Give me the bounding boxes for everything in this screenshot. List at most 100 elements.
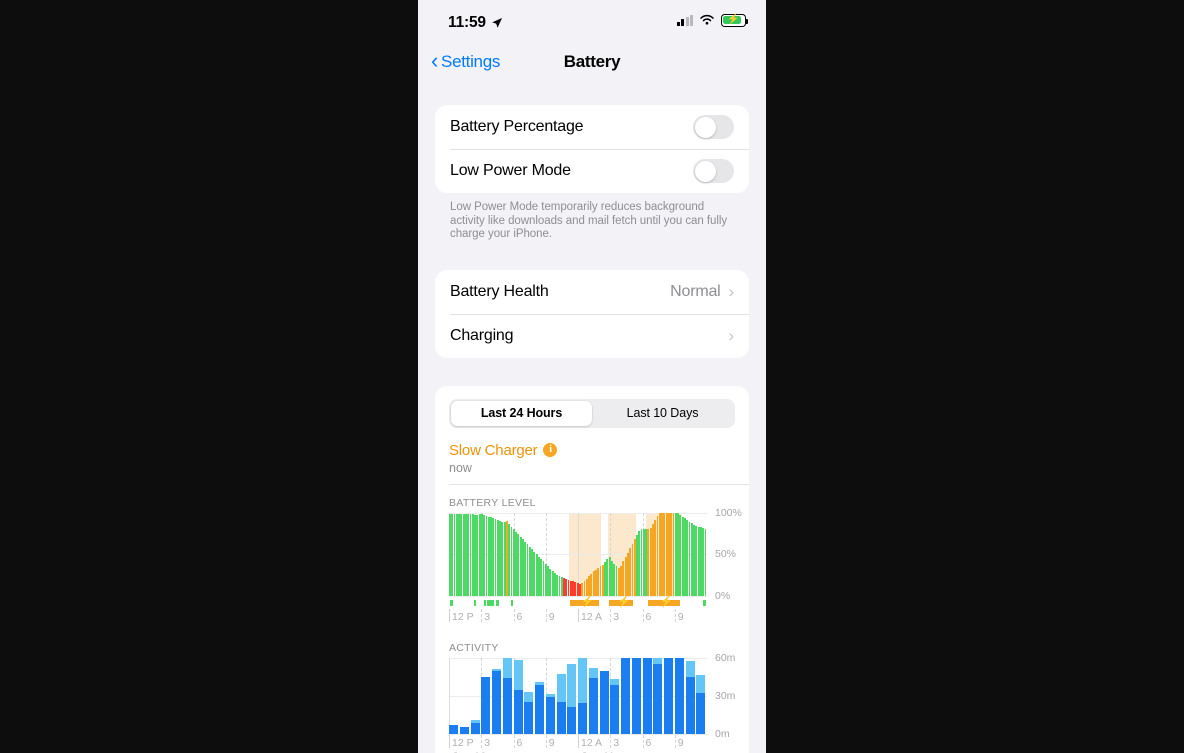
- battery-percentage-toggle[interactable]: [693, 115, 734, 139]
- screen-idle-segment: [524, 691, 534, 702]
- usage-tick: [487, 599, 494, 606]
- x-tick-label: 9: [548, 736, 555, 749]
- screen-active-segment: [459, 727, 469, 734]
- row-label: Low Power Mode: [450, 162, 571, 179]
- battery-level-bar: [704, 529, 707, 596]
- battery-usage-card: Last 24 Hours Last 10 Days Slow Charger …: [435, 385, 749, 753]
- row-battery-health[interactable]: Battery Health Normal ›: [435, 270, 749, 314]
- screen-active-segment: [685, 676, 695, 734]
- battery-level-chart-title: BATTERY LEVEL: [449, 496, 536, 509]
- activity-bar: [567, 663, 577, 734]
- y-tick-label: 0%: [715, 589, 731, 602]
- activity-chart-title: ACTIVITY: [449, 641, 499, 654]
- chevron-right-icon: ›: [728, 326, 735, 345]
- charging-bolt-icon: ⚡: [659, 595, 674, 608]
- activity-bar: [470, 719, 480, 734]
- usage-tick: [496, 599, 499, 606]
- usage-tick: [473, 599, 476, 606]
- segment-last-24-hours[interactable]: Last 24 Hours: [451, 400, 592, 426]
- activity-bar: [556, 673, 566, 734]
- x-tick-label: 9: [548, 610, 555, 623]
- screen-idle-segment: [567, 663, 577, 707]
- clock-label: 11:59: [448, 14, 486, 31]
- screen-active-segment: [524, 701, 534, 734]
- row-label: Charging: [450, 326, 514, 344]
- activity-plot: [449, 657, 707, 735]
- screen-active-segment: [664, 657, 674, 734]
- segment-last-10-days[interactable]: Last 10 Days: [592, 401, 733, 426]
- screen-active-segment: [599, 671, 609, 734]
- row-label: Battery Percentage: [450, 118, 584, 135]
- screen-active-segment: [492, 671, 502, 734]
- screen-idle-segment: [588, 667, 598, 678]
- x-tick-label: 3: [613, 736, 620, 749]
- battery-level-plot: [449, 512, 707, 597]
- screen-active-segment: [578, 703, 588, 734]
- screen-active-segment: [470, 723, 480, 734]
- screen-active-segment: [696, 692, 706, 734]
- x-tick-label: 9: [677, 736, 684, 749]
- chevron-left-icon: ‹: [431, 48, 439, 73]
- screen-idle-segment: [513, 660, 523, 691]
- screen-active-segment: [481, 676, 491, 734]
- screen-idle-segment: [556, 673, 566, 702]
- activity-bar: [449, 724, 459, 734]
- activity-bar: [674, 657, 684, 734]
- x-tick-label: 6: [645, 736, 652, 749]
- activity-chart: ACTIVITY 12 P36912 A369 Jun 10Jun 11 60m…: [435, 626, 749, 753]
- usage-tick: [483, 599, 486, 606]
- low-power-mode-toggle[interactable]: [693, 159, 734, 183]
- x-tick-label: 12 A: [581, 736, 603, 749]
- activity-bar: [459, 727, 469, 734]
- slow-charger-timestamp: now: [449, 460, 472, 475]
- x-tick-label: 12 A: [581, 610, 603, 623]
- screen-active-segment: [502, 677, 512, 734]
- row-low-power-mode[interactable]: Low Power Mode: [435, 149, 749, 193]
- row-charging[interactable]: Charging ›: [435, 313, 749, 358]
- screen-active-segment: [513, 690, 523, 734]
- row-label: Battery Health: [450, 282, 549, 300]
- activity-bar: [599, 671, 609, 734]
- y-tick-label: 60m: [715, 651, 736, 664]
- wifi-icon: [700, 15, 714, 25]
- x-tick-label: 3: [484, 610, 491, 623]
- activity-bar: [502, 657, 512, 734]
- battery-level-chart: BATTERY LEVEL ⚡ ⚡ ⚡ 12 P 3 6 9 12 A 3 6 9 100% 50%…: [435, 485, 749, 626]
- screen-active-segment: [674, 657, 684, 734]
- cellular-signal-icon: [676, 14, 693, 26]
- info-circle-icon[interactable]: i: [543, 443, 558, 457]
- screen-active-segment: [653, 663, 663, 734]
- screen-active-segment: [631, 657, 641, 734]
- x-tick-label: 9: [677, 610, 684, 623]
- activity-bar: [545, 694, 555, 734]
- y-tick-label: 30m: [715, 689, 736, 702]
- time-range-segmented-control[interactable]: Last 24 Hours Last 10 Days: [449, 398, 735, 428]
- screen-active-segment: [556, 701, 566, 734]
- activity-bar: [513, 660, 523, 734]
- activity-bar: [621, 657, 631, 734]
- phone-screen: 11:59 ⚡ ‹ Settings Battery Battery Perce…: [418, 0, 766, 753]
- x-tick-label: 6: [645, 610, 652, 623]
- row-battery-percentage[interactable]: Battery Percentage: [435, 105, 749, 149]
- battery-level-bars: [449, 512, 707, 596]
- activity-bar: [535, 681, 545, 734]
- battery-settings-card: Battery Percentage Low Power Mode: [435, 105, 749, 193]
- usage-tick: [450, 599, 454, 606]
- activity-bar: [588, 667, 598, 734]
- activity-bar: [578, 657, 588, 734]
- low-power-mode-footnote: Low Power Mode temporarily reduces backg…: [450, 201, 728, 240]
- screen-idle-segment: [696, 675, 706, 693]
- activity-bars: [449, 657, 707, 734]
- charging-bolt-icon: ⚡: [580, 595, 595, 608]
- navigation-bar: ‹ Settings Battery: [418, 46, 766, 78]
- slow-charger-alert[interactable]: Slow Charger i: [449, 442, 749, 459]
- x-tick-label: 6: [516, 736, 523, 749]
- screen-active-segment: [642, 657, 652, 734]
- usage-tick: [703, 599, 706, 606]
- activity-bar: [481, 676, 491, 734]
- usage-tick: [510, 599, 514, 606]
- screen-active-segment: [567, 706, 577, 734]
- back-button-label: Settings: [441, 52, 501, 71]
- back-button[interactable]: ‹ Settings: [431, 48, 501, 73]
- x-tick-label: 6: [516, 610, 523, 623]
